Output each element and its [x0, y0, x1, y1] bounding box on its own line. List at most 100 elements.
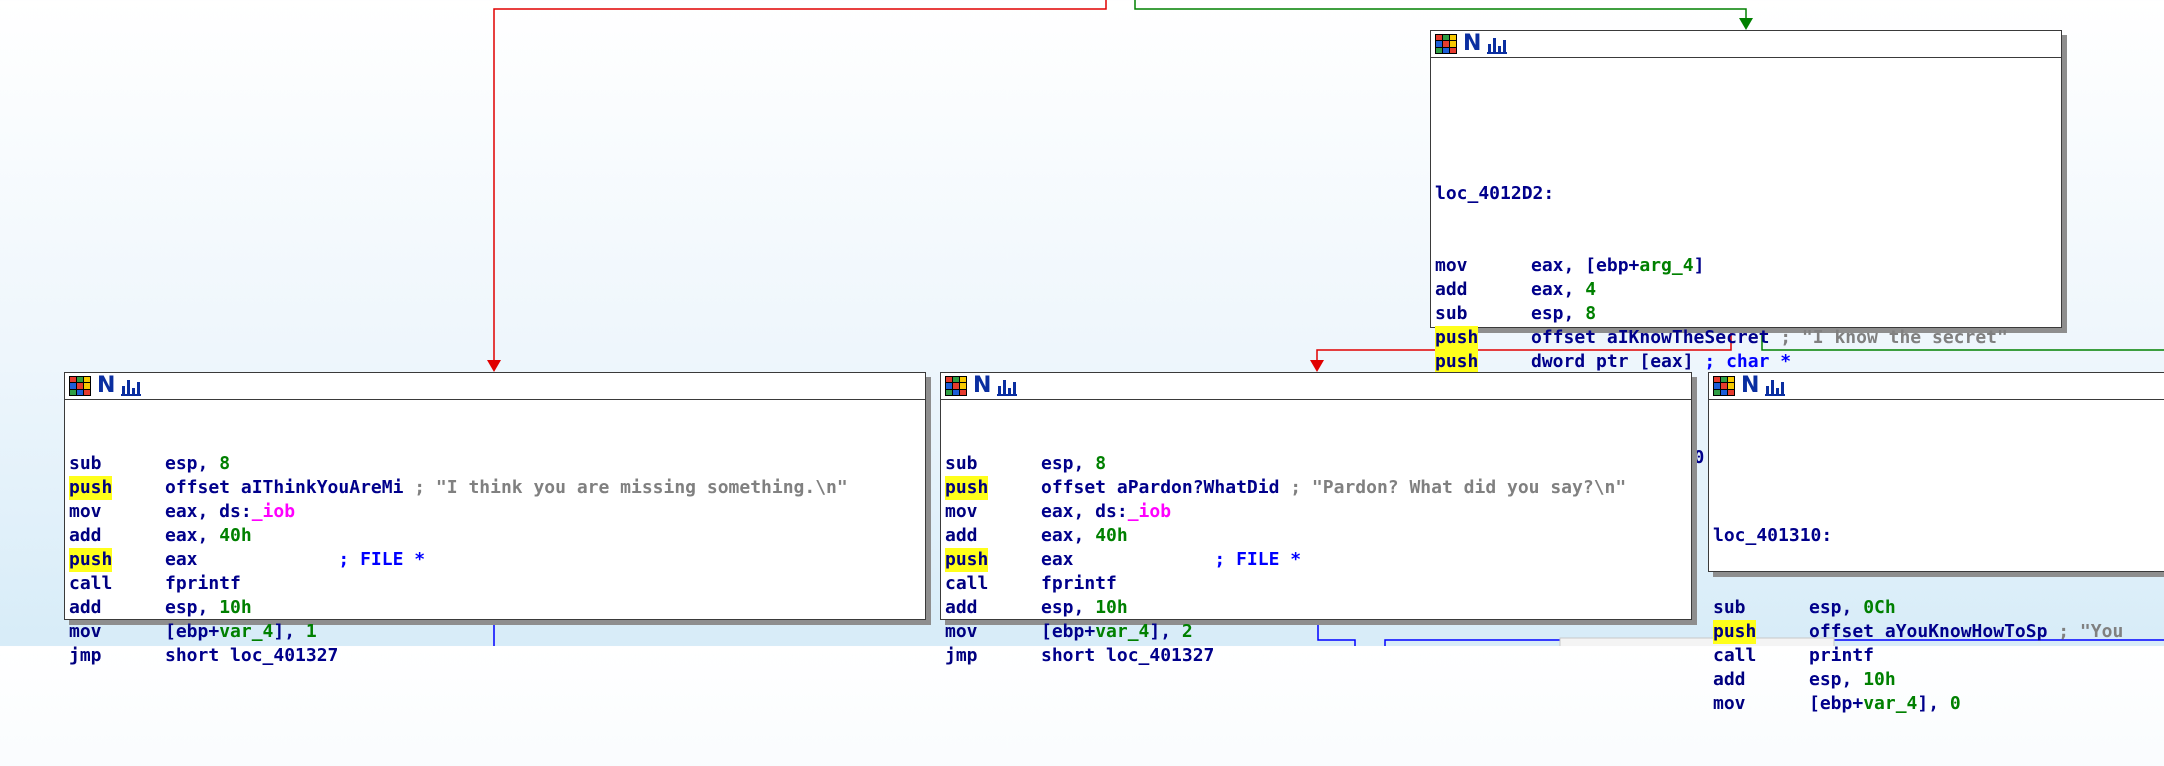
node-chart-icon[interactable]: [1765, 376, 1786, 396]
code-line[interactable]: add esp, 10h: [69, 596, 921, 620]
graph-colors-icon[interactable]: [945, 376, 967, 396]
code-line[interactable]: mov [ebp+ var_4], 0: [1713, 692, 2164, 716]
code-line[interactable]: jmp short loc_401327: [69, 644, 921, 668]
graph-colors-icon[interactable]: [69, 376, 91, 396]
code-line[interactable]: add esp, 10h: [945, 596, 1687, 620]
graph-colors-icon[interactable]: [1713, 376, 1735, 396]
code-line[interactable]: sub esp, 8: [945, 452, 1687, 476]
node-header: N: [1431, 31, 2061, 58]
mnemonic: call: [1713, 645, 1757, 666]
operand-number: 40h: [219, 525, 252, 546]
code-line[interactable]: call fprintf: [69, 572, 921, 596]
code-line[interactable]: push eax ; FILE *: [945, 548, 1687, 572]
node-chart-icon[interactable]: [1487, 34, 1508, 54]
operand: dword ptr [eax]: [1531, 351, 1694, 372]
mnemonic: mov: [1713, 693, 1746, 714]
node-code: loc_401310: sub esp, 0Ch push offset aYouKn…: [1709, 400, 2164, 766]
code-line[interactable]: push offset aPardon?WhatDid ; "Pardon? Wh…: [945, 476, 1687, 500]
operand: offset aPardon?WhatDid: [1041, 477, 1280, 498]
mnemonic: add: [945, 525, 978, 546]
mnemonic: sub: [69, 453, 102, 474]
mnemonic: push: [69, 476, 113, 500]
mnemonic: add: [69, 525, 102, 546]
operand: fprintf: [165, 573, 241, 594]
operand: eax,: [165, 525, 220, 546]
node-name-icon[interactable]: N: [1741, 375, 1759, 397]
node-header: N: [941, 373, 1691, 400]
code-line[interactable]: mov [ebp+ var_4], 2: [945, 620, 1687, 644]
code-line[interactable]: call fprintf: [945, 572, 1687, 596]
code-line[interactable]: mov eax, ds: _iob: [69, 500, 921, 524]
code-line[interactable]: add eax, 40h: [945, 524, 1687, 548]
operand-variable: arg_4: [1639, 255, 1694, 276]
mnemonic: push: [69, 548, 113, 572]
operand-number: 8: [1585, 303, 1597, 324]
graph-colors-icon[interactable]: [1435, 34, 1457, 54]
code-line[interactable]: push eax ; FILE *: [69, 548, 921, 572]
operand: offset aYouKnowHowToSp: [1809, 621, 2048, 642]
code-line[interactable]: call printf: [1713, 644, 2164, 668]
code-line[interactable]: mov eax, [ebp+ arg_4]: [1435, 254, 2057, 278]
code-line[interactable]: add esp, 10h: [1713, 668, 2164, 692]
type-comment: ; FILE *: [1073, 549, 1302, 570]
node-chart-icon[interactable]: [121, 376, 142, 396]
node-loc-4012d2[interactable]: N loc_4012D2: mov eax, [ebp+ arg_4] add eax,…: [1430, 30, 2062, 468]
operand-import: _iob: [1127, 501, 1172, 522]
code-line[interactable]: sub esp, 0Ch: [1713, 596, 2164, 620]
code-line[interactable]: sub esp, 8: [69, 452, 921, 476]
node-name-icon[interactable]: N: [97, 375, 115, 397]
operand-variable: var_4: [1095, 621, 1150, 642]
mnemonic: add: [69, 597, 102, 618]
mnemonic: mov: [1435, 255, 1468, 276]
node-loc-401310[interactable]: N loc_401310: sub esp, 0Ch push offset aYou…: [1708, 372, 2164, 714]
mnemonic: sub: [1713, 597, 1746, 618]
operand: eax,: [1041, 525, 1096, 546]
code-line[interactable]: push offset aYouKnowHowToSp ; "You: [1713, 620, 2164, 644]
code-line[interactable]: push offset aIKnowTheSecret ; "I know the…: [1435, 326, 2057, 350]
string-comment: ; "You: [2047, 621, 2124, 642]
operand: eax,: [1531, 279, 1586, 300]
code-line[interactable]: add eax, 4: [1435, 278, 2057, 302]
string-comment: ; "Pardon? What did you say?\n": [1279, 477, 1627, 498]
code-label: loc_401310:: [1713, 525, 1833, 546]
operand-number: 2: [1181, 621, 1193, 642]
code-line[interactable]: push offset aIThinkYouAreMi ; "I think yo…: [69, 476, 921, 500]
code-line[interactable]: push dword ptr [eax] ; char *: [1435, 350, 2057, 374]
operand: [ebp+: [1809, 693, 1864, 714]
operand: esp,: [165, 597, 220, 618]
operand: short loc_401327: [165, 645, 339, 666]
operand: offset aIKnowTheSecret: [1531, 327, 1770, 348]
operand: [ebp+: [1041, 621, 1096, 642]
operand: ]: [1693, 255, 1705, 276]
operand-number: 8: [219, 453, 231, 474]
edge-false-to-left: [493, 0, 1107, 360]
mnemonic: add: [945, 597, 978, 618]
mnemonic: add: [1435, 279, 1468, 300]
code-line[interactable]: sub esp, 8: [1435, 302, 2057, 326]
operand-variable: var_4: [1863, 693, 1918, 714]
code-line[interactable]: mov eax, ds: _iob: [945, 500, 1687, 524]
operand: esp,: [1041, 453, 1096, 474]
operand: eax, ds:: [165, 501, 252, 522]
operand: esp,: [1809, 597, 1864, 618]
operand: offset aIThinkYouAreMi: [165, 477, 404, 498]
operand: short loc_401327: [1041, 645, 1215, 666]
mnemonic: push: [945, 548, 989, 572]
operand-number: 10h: [219, 597, 252, 618]
string-comment: ; "I think you are missing something.\n": [403, 477, 848, 498]
mnemonic: jmp: [945, 645, 978, 666]
mnemonic: push: [1713, 620, 1757, 644]
node-chart-icon[interactable]: [997, 376, 1018, 396]
mnemonic: jmp: [69, 645, 102, 666]
code-line[interactable]: jmp short loc_401327: [945, 644, 1687, 668]
edge-arrow: [487, 360, 501, 372]
mnemonic: mov: [69, 621, 102, 642]
node-pardon[interactable]: N sub esp, 8 push offset aPardon?WhatDid ; …: [940, 372, 1692, 666]
code-line[interactable]: mov [ebp+ var_4], 1: [69, 620, 921, 644]
operand: eax, ds:: [1041, 501, 1128, 522]
node-missing-something[interactable]: N sub esp, 8 push offset aIThinkYouAreMi ; …: [64, 372, 926, 666]
node-name-icon[interactable]: N: [1463, 33, 1481, 55]
mnemonic: sub: [945, 453, 978, 474]
node-name-icon[interactable]: N: [973, 375, 991, 397]
code-line[interactable]: add eax, 40h: [69, 524, 921, 548]
